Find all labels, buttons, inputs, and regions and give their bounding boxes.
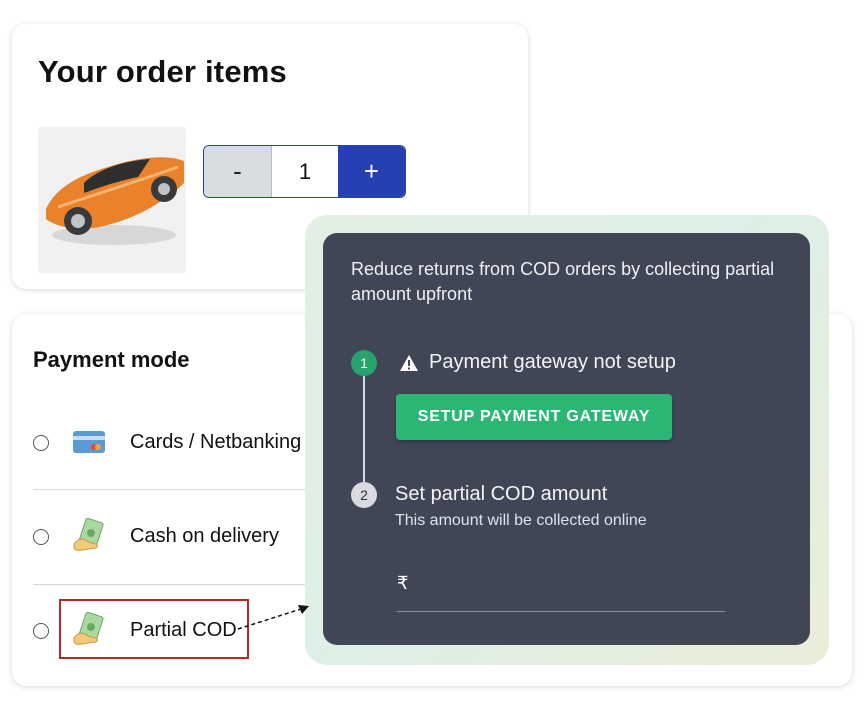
- step-connector: [363, 376, 365, 482]
- popup-description: Reduce returns from COD orders by collec…: [351, 259, 775, 304]
- warning-icon: [399, 353, 419, 373]
- divider: [33, 489, 333, 490]
- currency-symbol: ₹: [397, 573, 409, 593]
- pointer-arrow: [237, 605, 309, 630]
- order-items-title: Your order items: [38, 54, 287, 89]
- radio-button[interactable]: [33, 435, 49, 451]
- partial-cod-highlight: [59, 599, 249, 659]
- setup-payment-gateway-button[interactable]: SETUP PAYMENT GATEWAY: [396, 394, 672, 440]
- step-1-badge: 1: [351, 350, 377, 376]
- increase-quantity-button[interactable]: +: [338, 146, 405, 197]
- step-2-badge: 2: [351, 482, 377, 508]
- partial-cod-amount-input[interactable]: [397, 599, 725, 612]
- payment-mode-title: Payment mode: [33, 347, 190, 372]
- step-2-title: Set partial COD amount: [395, 483, 608, 505]
- radio-button[interactable]: [33, 623, 49, 639]
- decrease-quantity-button[interactable]: -: [204, 146, 272, 197]
- radio-button[interactable]: [33, 529, 49, 545]
- partial-cod-popup: Reduce returns from COD orders by collec…: [323, 233, 810, 645]
- product-image: [38, 127, 186, 273]
- quantity-stepper[interactable]: - 1 +: [203, 145, 406, 198]
- step-1-text: Payment gateway not setup: [429, 351, 676, 373]
- step-2-subtitle: This amount will be collected online: [395, 512, 647, 529]
- credit-card-icon: [72, 424, 106, 460]
- divider: [33, 584, 333, 585]
- quantity-value[interactable]: 1: [272, 146, 338, 197]
- payment-option-label: Cash on delivery: [130, 525, 279, 547]
- cash-hand-icon: [72, 517, 106, 554]
- payment-option-label: Cards / Netbanking: [130, 431, 302, 453]
